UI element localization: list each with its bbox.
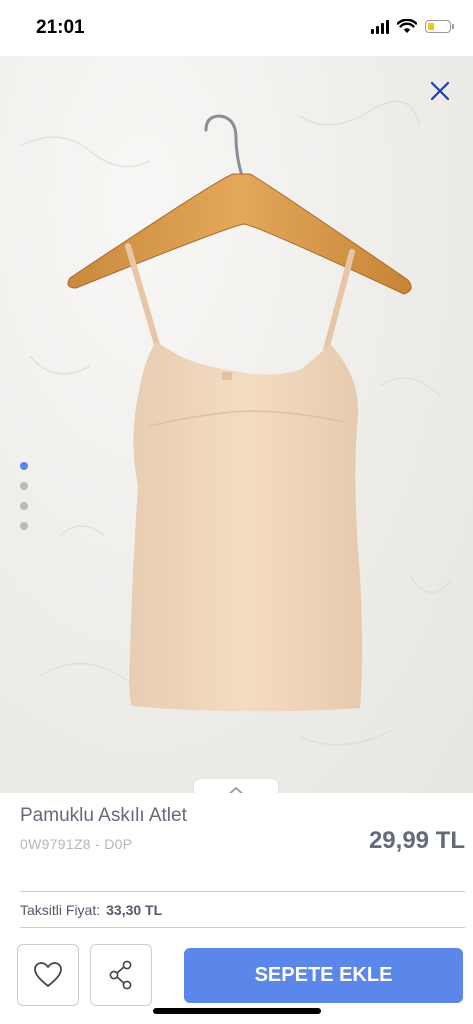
product-title: Pamuklu Askılı Atlet: [20, 805, 187, 826]
signal-icon: [371, 19, 389, 34]
wifi-icon: [397, 19, 417, 33]
product-price: 29,99 TL: [368, 827, 465, 854]
action-bar: SEPETE EKLE: [0, 944, 473, 1008]
share-icon: [109, 960, 132, 990]
installment-value: 33,30 TL: [106, 902, 163, 918]
product-photo: [19, 100, 451, 746]
product-image-gallery[interactable]: [0, 56, 473, 793]
close-icon: [430, 81, 450, 101]
status-bar: 21:01: [0, 0, 473, 56]
gallery-dot[interactable]: [20, 522, 28, 530]
chevron-up-icon: [228, 786, 244, 793]
installment-price: Taksitli Fiyat: 33,30 TL: [20, 902, 162, 918]
divider: [20, 927, 465, 928]
gallery-dot[interactable]: [20, 462, 28, 470]
close-button[interactable]: [425, 76, 455, 106]
home-indicator: [153, 1008, 321, 1014]
add-to-cart-button[interactable]: SEPETE EKLE: [184, 948, 463, 1003]
heart-icon: [34, 962, 62, 987]
expand-details-button[interactable]: [193, 778, 279, 793]
gallery-pagination[interactable]: [20, 462, 28, 530]
status-time: 21:01: [36, 17, 85, 38]
gallery-dot[interactable]: [20, 502, 28, 510]
gallery-dot[interactable]: [20, 482, 28, 490]
divider: [20, 891, 465, 892]
status-icons: [371, 19, 454, 34]
share-button[interactable]: [90, 944, 152, 1006]
battery-icon: [425, 20, 454, 33]
favorite-button[interactable]: [17, 944, 79, 1006]
product-sku: 0W9791Z8 - D0P: [20, 836, 133, 852]
installment-label: Taksitli Fiyat:: [20, 902, 101, 918]
